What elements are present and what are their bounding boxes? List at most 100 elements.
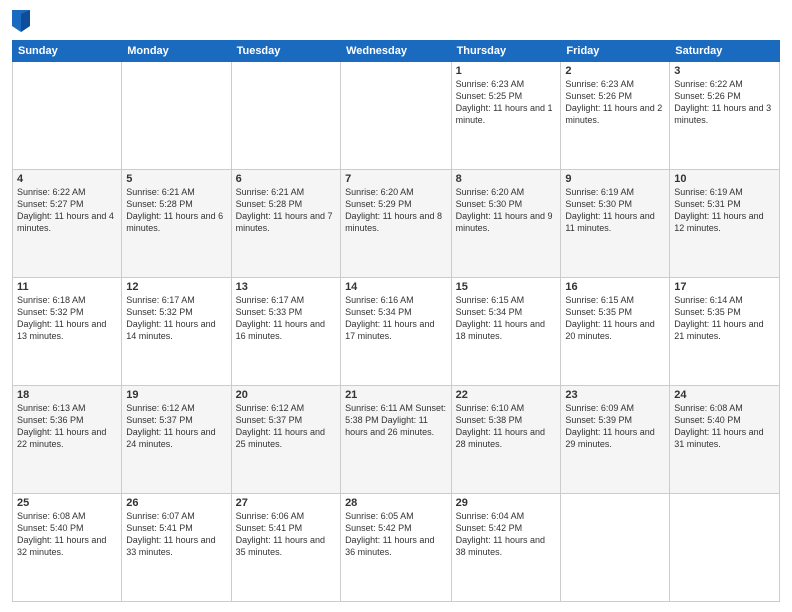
day-number: 8 — [456, 173, 557, 185]
calendar-cell — [561, 494, 670, 602]
day-number: 12 — [126, 281, 226, 293]
header — [12, 10, 780, 32]
calendar-cell: 11Sunrise: 6:18 AM Sunset: 5:32 PM Dayli… — [13, 278, 122, 386]
day-number: 22 — [456, 389, 557, 401]
calendar-cell: 25Sunrise: 6:08 AM Sunset: 5:40 PM Dayli… — [13, 494, 122, 602]
calendar-cell: 8Sunrise: 6:20 AM Sunset: 5:30 PM Daylig… — [451, 170, 561, 278]
calendar-cell: 9Sunrise: 6:19 AM Sunset: 5:30 PM Daylig… — [561, 170, 670, 278]
calendar-cell: 26Sunrise: 6:07 AM Sunset: 5:41 PM Dayli… — [122, 494, 231, 602]
calendar-week-2: 4Sunrise: 6:22 AM Sunset: 5:27 PM Daylig… — [13, 170, 780, 278]
day-number: 14 — [345, 281, 447, 293]
calendar-cell: 6Sunrise: 6:21 AM Sunset: 5:28 PM Daylig… — [231, 170, 340, 278]
day-number: 27 — [236, 497, 336, 509]
day-number: 17 — [674, 281, 775, 293]
calendar-cell: 17Sunrise: 6:14 AM Sunset: 5:35 PM Dayli… — [670, 278, 780, 386]
calendar-cell — [231, 62, 340, 170]
day-info: Sunrise: 6:04 AM Sunset: 5:42 PM Dayligh… — [456, 510, 557, 559]
day-info: Sunrise: 6:09 AM Sunset: 5:39 PM Dayligh… — [565, 402, 665, 451]
day-number: 21 — [345, 389, 447, 401]
col-header-friday: Friday — [561, 41, 670, 62]
calendar-cell: 27Sunrise: 6:06 AM Sunset: 5:41 PM Dayli… — [231, 494, 340, 602]
col-header-tuesday: Tuesday — [231, 41, 340, 62]
day-info: Sunrise: 6:22 AM Sunset: 5:27 PM Dayligh… — [17, 186, 117, 235]
day-number: 15 — [456, 281, 557, 293]
day-info: Sunrise: 6:20 AM Sunset: 5:29 PM Dayligh… — [345, 186, 447, 235]
day-number: 29 — [456, 497, 557, 509]
day-number: 13 — [236, 281, 336, 293]
day-info: Sunrise: 6:07 AM Sunset: 5:41 PM Dayligh… — [126, 510, 226, 559]
day-info: Sunrise: 6:16 AM Sunset: 5:34 PM Dayligh… — [345, 294, 447, 343]
calendar-cell: 5Sunrise: 6:21 AM Sunset: 5:28 PM Daylig… — [122, 170, 231, 278]
day-number: 2 — [565, 65, 665, 77]
calendar-cell: 14Sunrise: 6:16 AM Sunset: 5:34 PM Dayli… — [341, 278, 452, 386]
day-info: Sunrise: 6:06 AM Sunset: 5:41 PM Dayligh… — [236, 510, 336, 559]
day-number: 19 — [126, 389, 226, 401]
calendar-cell: 2Sunrise: 6:23 AM Sunset: 5:26 PM Daylig… — [561, 62, 670, 170]
day-number: 3 — [674, 65, 775, 77]
calendar-cell: 15Sunrise: 6:15 AM Sunset: 5:34 PM Dayli… — [451, 278, 561, 386]
day-info: Sunrise: 6:17 AM Sunset: 5:32 PM Dayligh… — [126, 294, 226, 343]
day-number: 1 — [456, 65, 557, 77]
col-header-sunday: Sunday — [13, 41, 122, 62]
day-info: Sunrise: 6:12 AM Sunset: 5:37 PM Dayligh… — [126, 402, 226, 451]
day-info: Sunrise: 6:22 AM Sunset: 5:26 PM Dayligh… — [674, 78, 775, 127]
logo — [12, 10, 34, 32]
day-number: 10 — [674, 173, 775, 185]
day-info: Sunrise: 6:21 AM Sunset: 5:28 PM Dayligh… — [236, 186, 336, 235]
day-info: Sunrise: 6:05 AM Sunset: 5:42 PM Dayligh… — [345, 510, 447, 559]
day-number: 5 — [126, 173, 226, 185]
calendar-cell: 7Sunrise: 6:20 AM Sunset: 5:29 PM Daylig… — [341, 170, 452, 278]
page: SundayMondayTuesdayWednesdayThursdayFrid… — [0, 0, 792, 612]
calendar-cell: 19Sunrise: 6:12 AM Sunset: 5:37 PM Dayli… — [122, 386, 231, 494]
day-number: 23 — [565, 389, 665, 401]
day-info: Sunrise: 6:15 AM Sunset: 5:34 PM Dayligh… — [456, 294, 557, 343]
calendar-cell: 20Sunrise: 6:12 AM Sunset: 5:37 PM Dayli… — [231, 386, 340, 494]
day-number: 16 — [565, 281, 665, 293]
day-info: Sunrise: 6:18 AM Sunset: 5:32 PM Dayligh… — [17, 294, 117, 343]
calendar-cell: 4Sunrise: 6:22 AM Sunset: 5:27 PM Daylig… — [13, 170, 122, 278]
calendar-week-4: 18Sunrise: 6:13 AM Sunset: 5:36 PM Dayli… — [13, 386, 780, 494]
day-number: 28 — [345, 497, 447, 509]
calendar-cell: 22Sunrise: 6:10 AM Sunset: 5:38 PM Dayli… — [451, 386, 561, 494]
calendar-cell: 1Sunrise: 6:23 AM Sunset: 5:25 PM Daylig… — [451, 62, 561, 170]
calendar-cell: 28Sunrise: 6:05 AM Sunset: 5:42 PM Dayli… — [341, 494, 452, 602]
day-number: 11 — [17, 281, 117, 293]
calendar-cell: 13Sunrise: 6:17 AM Sunset: 5:33 PM Dayli… — [231, 278, 340, 386]
calendar-cell: 23Sunrise: 6:09 AM Sunset: 5:39 PM Dayli… — [561, 386, 670, 494]
col-header-saturday: Saturday — [670, 41, 780, 62]
calendar-cell — [13, 62, 122, 170]
calendar-cell — [122, 62, 231, 170]
col-header-monday: Monday — [122, 41, 231, 62]
calendar-cell: 21Sunrise: 6:11 AM Sunset: 5:38 PM Dayli… — [341, 386, 452, 494]
day-number: 18 — [17, 389, 117, 401]
calendar-cell: 10Sunrise: 6:19 AM Sunset: 5:31 PM Dayli… — [670, 170, 780, 278]
calendar-week-3: 11Sunrise: 6:18 AM Sunset: 5:32 PM Dayli… — [13, 278, 780, 386]
day-info: Sunrise: 6:19 AM Sunset: 5:31 PM Dayligh… — [674, 186, 775, 235]
generalblue-logo-icon — [12, 10, 30, 32]
calendar-cell: 16Sunrise: 6:15 AM Sunset: 5:35 PM Dayli… — [561, 278, 670, 386]
day-number: 9 — [565, 173, 665, 185]
day-info: Sunrise: 6:23 AM Sunset: 5:25 PM Dayligh… — [456, 78, 557, 127]
day-info: Sunrise: 6:20 AM Sunset: 5:30 PM Dayligh… — [456, 186, 557, 235]
calendar-cell — [341, 62, 452, 170]
day-number: 26 — [126, 497, 226, 509]
calendar-cell: 24Sunrise: 6:08 AM Sunset: 5:40 PM Dayli… — [670, 386, 780, 494]
calendar-week-5: 25Sunrise: 6:08 AM Sunset: 5:40 PM Dayli… — [13, 494, 780, 602]
calendar-cell: 12Sunrise: 6:17 AM Sunset: 5:32 PM Dayli… — [122, 278, 231, 386]
day-number: 25 — [17, 497, 117, 509]
day-number: 6 — [236, 173, 336, 185]
calendar-table: SundayMondayTuesdayWednesdayThursdayFrid… — [12, 40, 780, 602]
calendar-cell: 29Sunrise: 6:04 AM Sunset: 5:42 PM Dayli… — [451, 494, 561, 602]
calendar-week-1: 1Sunrise: 6:23 AM Sunset: 5:25 PM Daylig… — [13, 62, 780, 170]
day-info: Sunrise: 6:08 AM Sunset: 5:40 PM Dayligh… — [17, 510, 117, 559]
day-info: Sunrise: 6:10 AM Sunset: 5:38 PM Dayligh… — [456, 402, 557, 451]
day-info: Sunrise: 6:14 AM Sunset: 5:35 PM Dayligh… — [674, 294, 775, 343]
day-number: 7 — [345, 173, 447, 185]
day-info: Sunrise: 6:13 AM Sunset: 5:36 PM Dayligh… — [17, 402, 117, 451]
calendar-cell: 3Sunrise: 6:22 AM Sunset: 5:26 PM Daylig… — [670, 62, 780, 170]
day-info: Sunrise: 6:21 AM Sunset: 5:28 PM Dayligh… — [126, 186, 226, 235]
calendar-cell: 18Sunrise: 6:13 AM Sunset: 5:36 PM Dayli… — [13, 386, 122, 494]
day-info: Sunrise: 6:23 AM Sunset: 5:26 PM Dayligh… — [565, 78, 665, 127]
day-number: 24 — [674, 389, 775, 401]
day-info: Sunrise: 6:15 AM Sunset: 5:35 PM Dayligh… — [565, 294, 665, 343]
